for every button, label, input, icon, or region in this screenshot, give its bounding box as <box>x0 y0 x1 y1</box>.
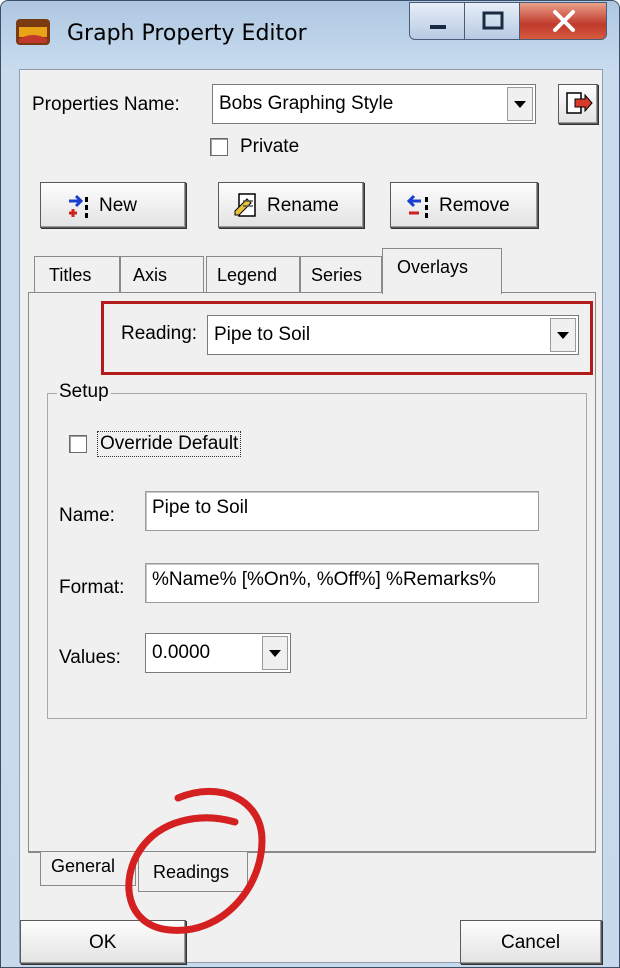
tab-overlays-label: Overlays <box>397 257 469 277</box>
annotation-circle <box>125 787 266 934</box>
tab-overlays[interactable]: Overlays <box>382 248 502 294</box>
